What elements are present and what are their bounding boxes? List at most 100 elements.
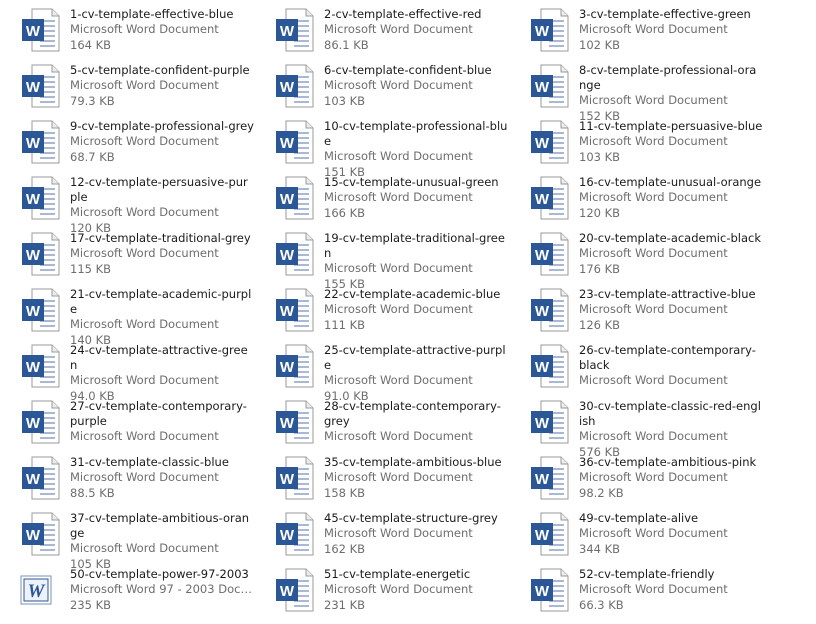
word-document-icon: W [18,342,62,390]
file-type: Microsoft Word Document [579,526,728,540]
file-type: Microsoft Word Document [579,22,728,36]
file-info: 36-cv-template-ambitious-pink Microsoft … [579,454,763,501]
file-item[interactable]: W 52-cv-template-friendly Microsoft Word… [513,566,763,618]
file-type: Microsoft Word Document [324,373,473,387]
file-name: 2-cv-template-effective-red [324,7,482,21]
file-name: 35-cv-template-ambitious-blue [324,455,502,469]
file-type: Microsoft Word Document [324,149,473,163]
word-document-icon: W [272,398,316,446]
word-document-icon: W [18,174,62,222]
file-type: Microsoft Word Document [70,317,219,331]
file-info: 31-cv-template-classic-blue Microsoft Wo… [70,454,254,501]
svg-text:W: W [280,583,295,600]
word-document-icon: W [272,566,316,614]
file-item[interactable]: W 30-cv-template-classic-red-english Mic… [513,398,763,459]
svg-text:W: W [26,23,41,40]
file-item[interactable]: W 23-cv-template-attractive-blue Microso… [513,286,763,338]
svg-text:W: W [280,247,295,264]
word-document-icon: W [18,398,62,446]
file-item[interactable]: W 37-cv-template-ambitious-orange Micros… [4,510,254,571]
file-name: 36-cv-template-ambitious-pink [579,455,757,469]
file-item[interactable]: W 19-cv-template-traditional-green Micro… [258,230,508,291]
file-item[interactable]: W 49-cv-template-alive Microsoft Word Do… [513,510,763,562]
file-name: 21-cv-template-academic-purple [70,287,252,316]
file-name: 37-cv-template-ambitious-orange [70,511,250,540]
file-type: Microsoft Word Document [579,470,728,484]
file-item[interactable]: W 16-cv-template-unusual-orange Microsof… [513,174,763,226]
svg-text:W: W [280,415,295,432]
file-item[interactable]: W 11-cv-template-persuasive-blue Microso… [513,118,763,170]
svg-text:W: W [26,79,41,96]
file-item[interactable]: W 10-cv-template-professional-blue Micro… [258,118,508,179]
file-item[interactable]: W 2-cv-template-effective-red Microsoft … [258,6,508,58]
file-item[interactable]: W 31-cv-template-classic-blue Microsoft … [4,454,254,506]
file-item[interactable]: W 6-cv-template-confident-blue Microsoft… [258,62,508,114]
file-item[interactable]: W 22-cv-template-academic-blue Microsoft… [258,286,508,338]
file-size: 102 KB [579,37,621,52]
word-document-icon: W [272,62,316,110]
file-name: 1-cv-template-effective-blue [70,7,234,21]
file-type: Microsoft Word Document [324,78,473,92]
file-size: 103 KB [579,149,621,164]
file-item[interactable]: W 25-cv-template-attractive-purple Micro… [258,342,508,403]
svg-text:W: W [280,23,295,40]
file-name: 6-cv-template-confident-blue [324,63,492,77]
file-item[interactable]: W 20-cv-template-academic-black Microsof… [513,230,763,282]
file-name: 49-cv-template-alive [579,511,699,525]
file-item[interactable]: W 9-cv-template-professional-grey Micros… [4,118,254,170]
file-info: 30-cv-template-classic-red-english Micro… [579,398,763,460]
file-item[interactable]: W 35-cv-template-ambitious-blue Microsof… [258,454,508,506]
svg-text:W: W [26,359,41,376]
file-item[interactable]: W 24-cv-template-attractive-green Micros… [4,342,254,403]
file-item[interactable]: W 12-cv-template-persuasive-purple Micro… [4,174,254,235]
file-name: 17-cv-template-traditional-grey [70,231,251,245]
file-type: Microsoft Word Document [579,582,728,596]
word-document-icon: W [272,286,316,334]
file-item[interactable]: W 15-cv-template-unusual-green Microsoft… [258,174,508,226]
file-type: Microsoft Word Document [70,78,219,92]
svg-text:W: W [26,471,41,488]
word-document-icon: W [18,62,62,110]
file-name: 51-cv-template-energetic [324,567,471,581]
svg-text:W: W [26,191,41,208]
file-item[interactable]: W 51-cv-template-energetic Microsoft Wor… [258,566,508,618]
file-item[interactable]: W 45-cv-template-structure-grey Microsof… [258,510,508,562]
file-name: 52-cv-template-friendly [579,567,715,581]
word-document-icon: W [527,342,571,390]
svg-text:W: W [535,583,550,600]
file-item[interactable]: W 28-cv-template-contemporary-grey Micro… [258,398,508,450]
word-document-icon: W [272,118,316,166]
file-item[interactable]: W 21-cv-template-academic-purple Microso… [4,286,254,347]
svg-text:W: W [535,303,550,320]
file-info: 35-cv-template-ambitious-blue Microsoft … [324,454,508,501]
file-size: 176 KB [579,261,621,276]
file-item[interactable]: W 3-cv-template-effective-green Microsof… [513,6,763,58]
word-document-icon: W [527,398,571,446]
word-document-icon: W [272,454,316,502]
file-size: 231 KB [324,597,366,612]
file-item[interactable]: W 26-cv-template-contemporary-black Micr… [513,342,763,394]
svg-text:W: W [535,471,550,488]
word-document-icon: W [18,230,62,278]
file-item[interactable]: W 5-cv-template-confident-purple Microso… [4,62,254,114]
file-item[interactable]: W 36-cv-template-ambitious-pink Microsof… [513,454,763,506]
svg-text:W: W [26,247,41,264]
file-size: 68.7 KB [70,149,115,164]
file-size: 111 KB [324,317,366,332]
file-item[interactable]: W 17-cv-template-traditional-grey Micros… [4,230,254,282]
file-info: 5-cv-template-confident-purple Microsoft… [70,62,254,109]
file-info: 26-cv-template-contemporary-black Micros… [579,342,763,389]
file-size: 79.3 KB [70,93,115,108]
file-name: 9-cv-template-professional-grey [70,119,254,133]
file-item[interactable]: W 8-cv-template-professional-orange Micr… [513,62,763,123]
svg-text:W: W [280,303,295,320]
file-info: 45-cv-template-structure-grey Microsoft … [324,510,508,557]
svg-text:W: W [26,415,41,432]
file-type: Microsoft Word Document [324,302,473,316]
file-info: 27-cv-template-contemporary-purple Micro… [70,398,254,445]
file-item[interactable]: W 27-cv-template-contemporary-purple Mic… [4,398,254,450]
file-item[interactable]: W 50-cv-template-power-97-2003 Microsoft… [4,566,254,618]
svg-text:W: W [280,359,295,376]
file-name: 23-cv-template-attractive-blue [579,287,756,301]
file-item[interactable]: W 1-cv-template-effective-blue Microsoft… [4,6,254,58]
